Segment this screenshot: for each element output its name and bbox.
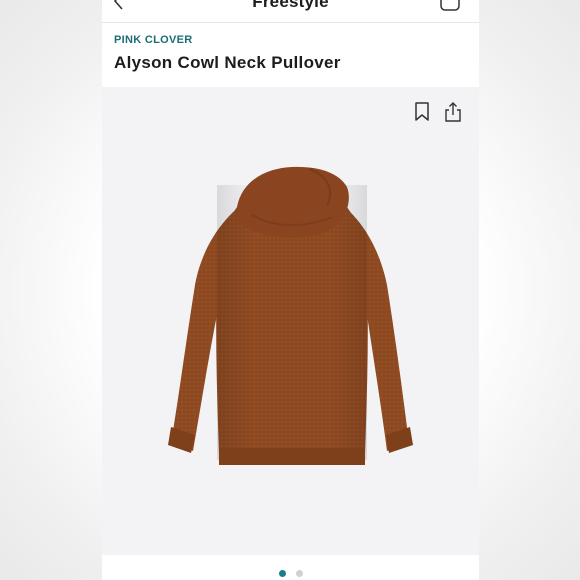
pagination-dot[interactable] xyxy=(295,570,303,577)
sweater-cowl-neck xyxy=(236,166,349,238)
top-nav-bar: Freestyle xyxy=(102,0,479,23)
sweater-image xyxy=(168,166,413,465)
nav-title: Freestyle xyxy=(252,0,329,11)
share-icon xyxy=(445,102,461,122)
pagination-dot-active[interactable] xyxy=(278,570,286,577)
share-button[interactable] xyxy=(444,101,462,123)
product-detail-screen: Freestyle PINK CLOVER Alyson Cowl Neck P… xyxy=(102,0,479,580)
product-image-carousel[interactable] xyxy=(102,87,479,555)
bookmark-button[interactable] xyxy=(414,102,430,122)
brand-name[interactable]: PINK CLOVER xyxy=(114,34,192,46)
carousel-pagination xyxy=(102,564,479,577)
bag-icon xyxy=(440,0,460,11)
bookmark-icon xyxy=(415,102,429,121)
shopping-bag-button[interactable] xyxy=(439,0,461,12)
product-title: Alyson Cowl Neck Pullover xyxy=(114,53,341,72)
sweater-hem xyxy=(219,448,365,465)
